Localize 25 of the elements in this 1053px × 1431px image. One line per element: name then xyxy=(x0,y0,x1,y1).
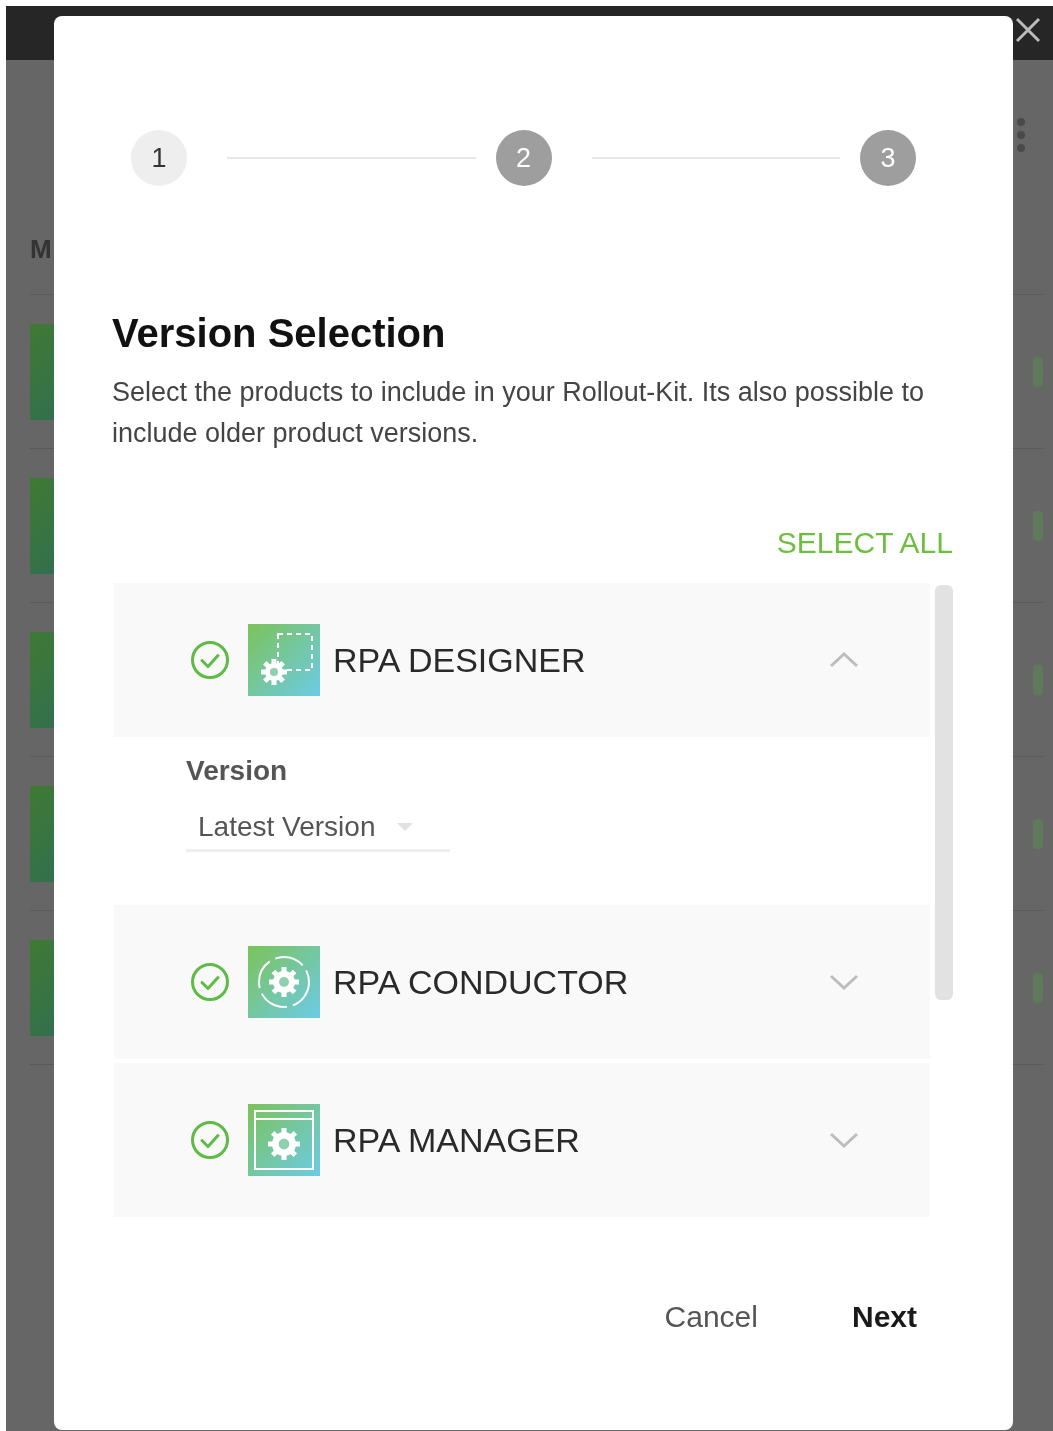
product-name: RPA DESIGNER xyxy=(333,640,586,680)
check-icon[interactable] xyxy=(190,962,230,1002)
dropdown-icon xyxy=(397,823,414,831)
more-icon[interactable] xyxy=(1017,118,1025,152)
scrollbar-thumb[interactable] xyxy=(935,585,953,1000)
chevron-down-icon[interactable] xyxy=(828,1130,860,1150)
step-indicator: 1 xyxy=(131,130,187,186)
product-icon xyxy=(248,946,320,1018)
version-label: Version xyxy=(186,754,289,788)
close-icon[interactable] xyxy=(1015,17,1041,43)
cancel-button[interactable]: Cancel xyxy=(648,1287,774,1347)
product-icon xyxy=(248,624,320,696)
product-icon xyxy=(248,1104,320,1176)
step-indicator: 2 xyxy=(495,130,552,186)
next-button[interactable]: Next xyxy=(835,1287,933,1347)
dialog-description: Select the products to include in your Rollout-Kit. Its also possible to include older product versions. xyxy=(112,376,925,450)
dialog-title: Version Selection xyxy=(112,310,447,357)
chevron-down-icon[interactable] xyxy=(828,972,860,992)
check-icon[interactable] xyxy=(190,640,230,680)
check-icon[interactable] xyxy=(190,1120,230,1160)
step-indicator: 3 xyxy=(860,130,916,186)
chevron-up-icon[interactable] xyxy=(828,650,860,670)
version-dropdown[interactable]: Latest Version xyxy=(186,811,450,852)
product-name: RPA CONDUCTOR xyxy=(333,962,629,1002)
product-name: RPA MANAGER xyxy=(333,1120,580,1160)
